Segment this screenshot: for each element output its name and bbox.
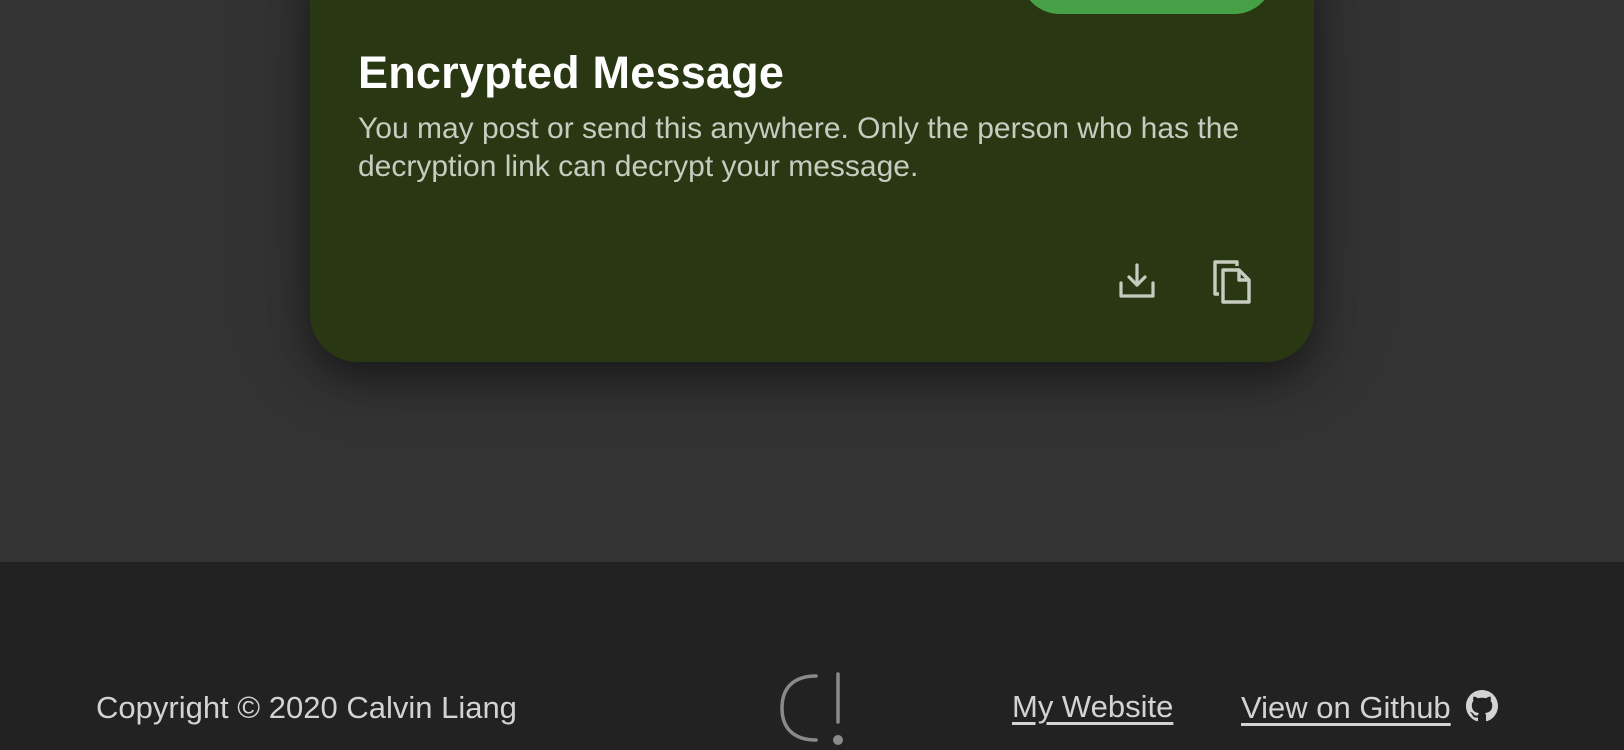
encrypted-message-card: Encrypted Message You may post or send t… [310, 0, 1314, 362]
card-title: Encrypted Message [358, 47, 785, 98]
page: Encrypted Message You may post or send t… [0, 0, 1624, 750]
footer: Copyright © 2020 Calvin Liang My Website… [0, 562, 1624, 750]
download-button[interactable] [1109, 253, 1165, 309]
copy-icon [1211, 258, 1253, 304]
copyright-text: Copyright © 2020 Calvin Liang [96, 690, 517, 725]
card-primary-button[interactable] [1020, 0, 1274, 14]
github-icon[interactable] [1466, 690, 1498, 722]
main-area: Encrypted Message You may post or send t… [0, 0, 1624, 562]
copy-button[interactable] [1204, 253, 1260, 309]
download-icon [1117, 261, 1157, 301]
card-description: You may post or send this anywhere. Only… [358, 112, 1240, 183]
my-website-link[interactable]: My Website [1012, 689, 1173, 725]
calvin-liang-logo [778, 670, 848, 750]
view-on-github-link[interactable]: View on Github [1241, 690, 1451, 726]
